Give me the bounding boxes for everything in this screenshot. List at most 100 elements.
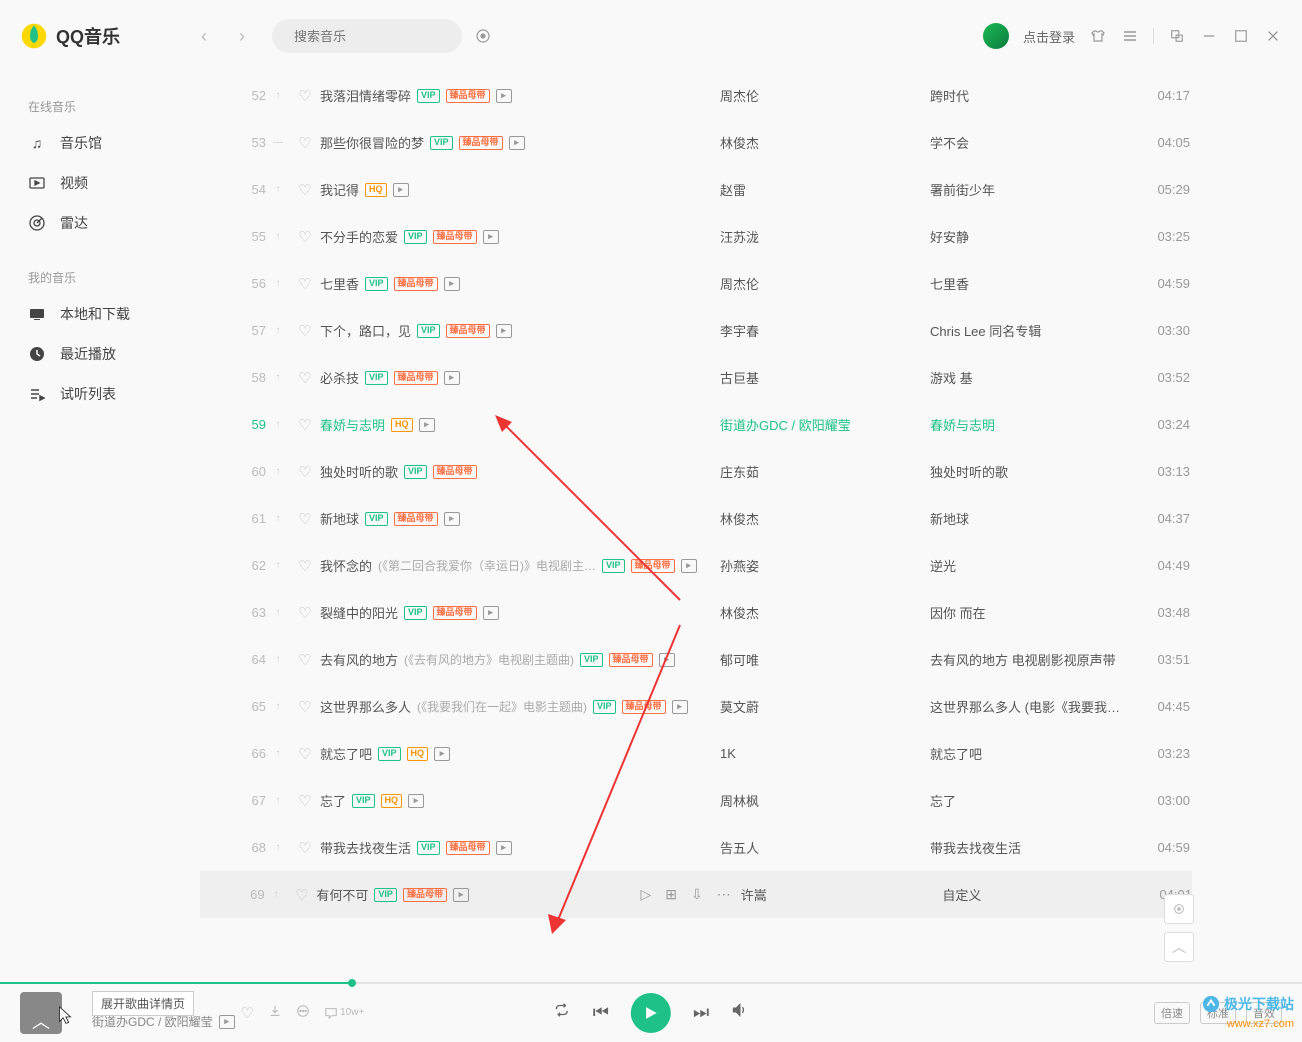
maximize-button[interactable] xyxy=(1232,27,1250,45)
favorite-button[interactable]: ♡ xyxy=(290,604,320,622)
song-title[interactable]: 独处时听的歌 xyxy=(320,462,398,481)
prev-button[interactable]: ⏮ xyxy=(593,1002,609,1023)
scroll-top-button[interactable]: ︿ xyxy=(1164,932,1194,962)
avatar-icon[interactable] xyxy=(983,23,1009,49)
song-artist[interactable]: 1K xyxy=(720,746,930,761)
login-button[interactable]: 点击登录 xyxy=(1023,27,1075,46)
song-artist[interactable]: 孙燕姿 xyxy=(720,556,930,575)
song-artist[interactable]: 许嵩 xyxy=(741,885,943,904)
mv-badge[interactable]: ▸ xyxy=(219,1015,235,1029)
sidebar-item-local[interactable]: 本地和下载 xyxy=(0,294,200,334)
song-album[interactable]: 这世界那么多人 (电影《我要我们… xyxy=(930,697,1130,716)
comment-button[interactable]: 10w+ xyxy=(324,1006,364,1020)
song-title[interactable]: 我记得 xyxy=(320,180,359,199)
favorite-button[interactable]: ♡ xyxy=(290,416,320,434)
song-row[interactable]: 58 ↑ ♡ 必杀技VIP臻品母带▸ 古巨基 游戏 基 03:52 xyxy=(200,354,1192,401)
favorite-button[interactable]: ♡ xyxy=(290,228,320,246)
song-album[interactable]: 游戏 基 xyxy=(930,368,1130,387)
song-list[interactable]: 52 ↑ ♡ 我落泪情绪零碎VIP臻品母带▸ 周杰伦 跨时代 04:17 53 … xyxy=(200,72,1302,982)
mv-badge[interactable]: ▸ xyxy=(672,700,688,714)
song-artist[interactable]: 周林枫 xyxy=(720,791,930,810)
song-row[interactable]: 69 ↑ ♡ 有何不可VIP臻品母带▸ ▷⊞⇩⋯ 许嵩 自定义 04:01 xyxy=(200,871,1192,918)
mv-badge[interactable]: ▸ xyxy=(496,841,512,855)
song-artist[interactable]: 莫文蔚 xyxy=(720,697,930,716)
song-title[interactable]: 忘了 xyxy=(320,791,346,810)
song-album[interactable]: Chris Lee 同名专辑 xyxy=(930,321,1130,340)
mv-badge[interactable]: ▸ xyxy=(483,230,499,244)
sidebar-item-video[interactable]: 视频 xyxy=(0,163,200,203)
song-row[interactable]: 62 ↑ ♡ 我怀念的(《第二回合我爱你（幸运日)》电视剧主…VIP臻品母带▸ … xyxy=(200,542,1192,589)
song-title[interactable]: 有何不可 xyxy=(316,885,368,904)
favorite-button[interactable]: ♡ xyxy=(290,181,320,199)
song-row[interactable]: 55 ↑ ♡ 不分手的恋爱VIP臻品母带▸ 汪苏泷 好安静 03:25 xyxy=(200,213,1192,260)
song-artist[interactable]: 林俊杰 xyxy=(720,603,930,622)
song-row[interactable]: 67 ↑ ♡ 忘了VIPHQ▸ 周林枫 忘了 03:00 xyxy=(200,777,1192,824)
song-title[interactable]: 这世界那么多人 xyxy=(320,697,411,716)
favorite-button[interactable]: ♡ xyxy=(290,322,320,340)
song-album[interactable]: 署前街少年 xyxy=(930,180,1130,199)
song-row[interactable]: 63 ↑ ♡ 裂缝中的阳光VIP臻品母带▸ 林俊杰 因你 而在 03:48 xyxy=(200,589,1192,636)
song-artist[interactable]: 庄东茹 xyxy=(720,462,930,481)
tshirt-icon[interactable] xyxy=(1089,27,1107,45)
mv-badge[interactable]: ▸ xyxy=(419,418,435,432)
song-artist[interactable]: 李宇春 xyxy=(720,321,930,340)
song-title[interactable]: 带我去找夜生活 xyxy=(320,838,411,857)
song-row[interactable]: 65 ↑ ♡ 这世界那么多人(《我要我们在一起》电影主题曲)VIP臻品母带▸ 莫… xyxy=(200,683,1192,730)
favorite-button[interactable]: ♡ xyxy=(290,792,320,810)
song-title[interactable]: 新地球 xyxy=(320,509,359,528)
favorite-button[interactable]: ♡ xyxy=(290,698,320,716)
song-row[interactable]: 57 ↑ ♡ 下个，路口，见VIP臻品母带▸ 李宇春 Chris Lee 同名专… xyxy=(200,307,1192,354)
song-album[interactable]: 春娇与志明 xyxy=(930,415,1130,434)
song-title[interactable]: 我怀念的 xyxy=(320,556,372,575)
song-title[interactable]: 下个，路口，见 xyxy=(320,321,411,340)
favorite-button[interactable]: ♡ xyxy=(290,651,320,669)
song-album[interactable]: 逆光 xyxy=(930,556,1130,575)
favorite-button[interactable]: ♡ xyxy=(290,134,320,152)
mv-badge[interactable]: ▸ xyxy=(444,512,460,526)
song-album[interactable]: 学不会 xyxy=(930,133,1130,152)
settings-float-button[interactable] xyxy=(1164,894,1194,924)
song-title[interactable]: 去有风的地方 xyxy=(320,650,398,669)
mv-badge[interactable]: ▸ xyxy=(444,277,460,291)
play-button[interactable] xyxy=(631,993,671,1033)
song-artist[interactable]: 周杰伦 xyxy=(720,86,930,105)
song-row[interactable]: 52 ↑ ♡ 我落泪情绪零碎VIP臻品母带▸ 周杰伦 跨时代 04:17 xyxy=(200,72,1192,119)
menu-icon[interactable] xyxy=(1121,27,1139,45)
mv-badge[interactable]: ▸ xyxy=(393,183,409,197)
like-button[interactable]: ♡ xyxy=(241,1004,254,1022)
mv-badge[interactable]: ▸ xyxy=(496,89,512,103)
song-row[interactable]: 56 ↑ ♡ 七里香VIP臻品母带▸ 周杰伦 七里香 04:59 xyxy=(200,260,1192,307)
favorite-button[interactable]: ♡ xyxy=(290,87,320,105)
song-row[interactable]: 54 ↑ ♡ 我记得HQ▸ 赵雷 署前街少年 05:29 xyxy=(200,166,1192,213)
song-album[interactable]: 好安静 xyxy=(930,227,1130,246)
song-artist[interactable]: 告五人 xyxy=(720,838,930,857)
more-button[interactable] xyxy=(296,1004,310,1022)
next-button[interactable]: ⏭ xyxy=(693,1002,709,1023)
search-input[interactable] xyxy=(294,29,470,44)
song-album[interactable]: 跨时代 xyxy=(930,86,1130,105)
song-artist[interactable]: 周杰伦 xyxy=(720,274,930,293)
favorite-button[interactable]: ♡ xyxy=(290,745,320,763)
mv-badge[interactable]: ▸ xyxy=(483,606,499,620)
song-row[interactable]: 68 ↑ ♡ 带我去找夜生活VIP臻品母带▸ 告五人 带我去找夜生活 04:59 xyxy=(200,824,1192,871)
song-title[interactable]: 必杀技 xyxy=(320,368,359,387)
mv-badge[interactable]: ▸ xyxy=(434,747,450,761)
row-add-button[interactable]: ⊞ xyxy=(665,886,677,903)
song-row[interactable]: 60 ↑ ♡ 独处时听的歌VIP臻品母带 庄东茹 独处时听的歌 03:13 xyxy=(200,448,1192,495)
loop-button[interactable] xyxy=(553,1001,571,1024)
volume-button[interactable] xyxy=(731,1001,749,1024)
song-artist[interactable]: 郁可唯 xyxy=(720,650,930,669)
speed-button[interactable]: 倍速 xyxy=(1154,1002,1190,1024)
sidebar-item-music-hall[interactable]: ♫音乐馆 xyxy=(0,123,200,163)
nav-back-button[interactable]: ‹ xyxy=(190,22,218,50)
progress-handle[interactable] xyxy=(348,979,356,987)
song-artist[interactable]: 汪苏泷 xyxy=(720,227,930,246)
search-box[interactable] xyxy=(272,19,462,53)
song-artist[interactable]: 街道办GDC / 欧阳耀莹 xyxy=(720,415,930,434)
song-album[interactable]: 新地球 xyxy=(930,509,1130,528)
song-title[interactable]: 春娇与志明 xyxy=(320,415,385,434)
song-title[interactable]: 那些你很冒险的梦 xyxy=(320,133,424,152)
mv-badge[interactable]: ▸ xyxy=(453,888,469,902)
song-artist[interactable]: 古巨基 xyxy=(720,368,930,387)
song-title[interactable]: 我落泪情绪零碎 xyxy=(320,86,411,105)
